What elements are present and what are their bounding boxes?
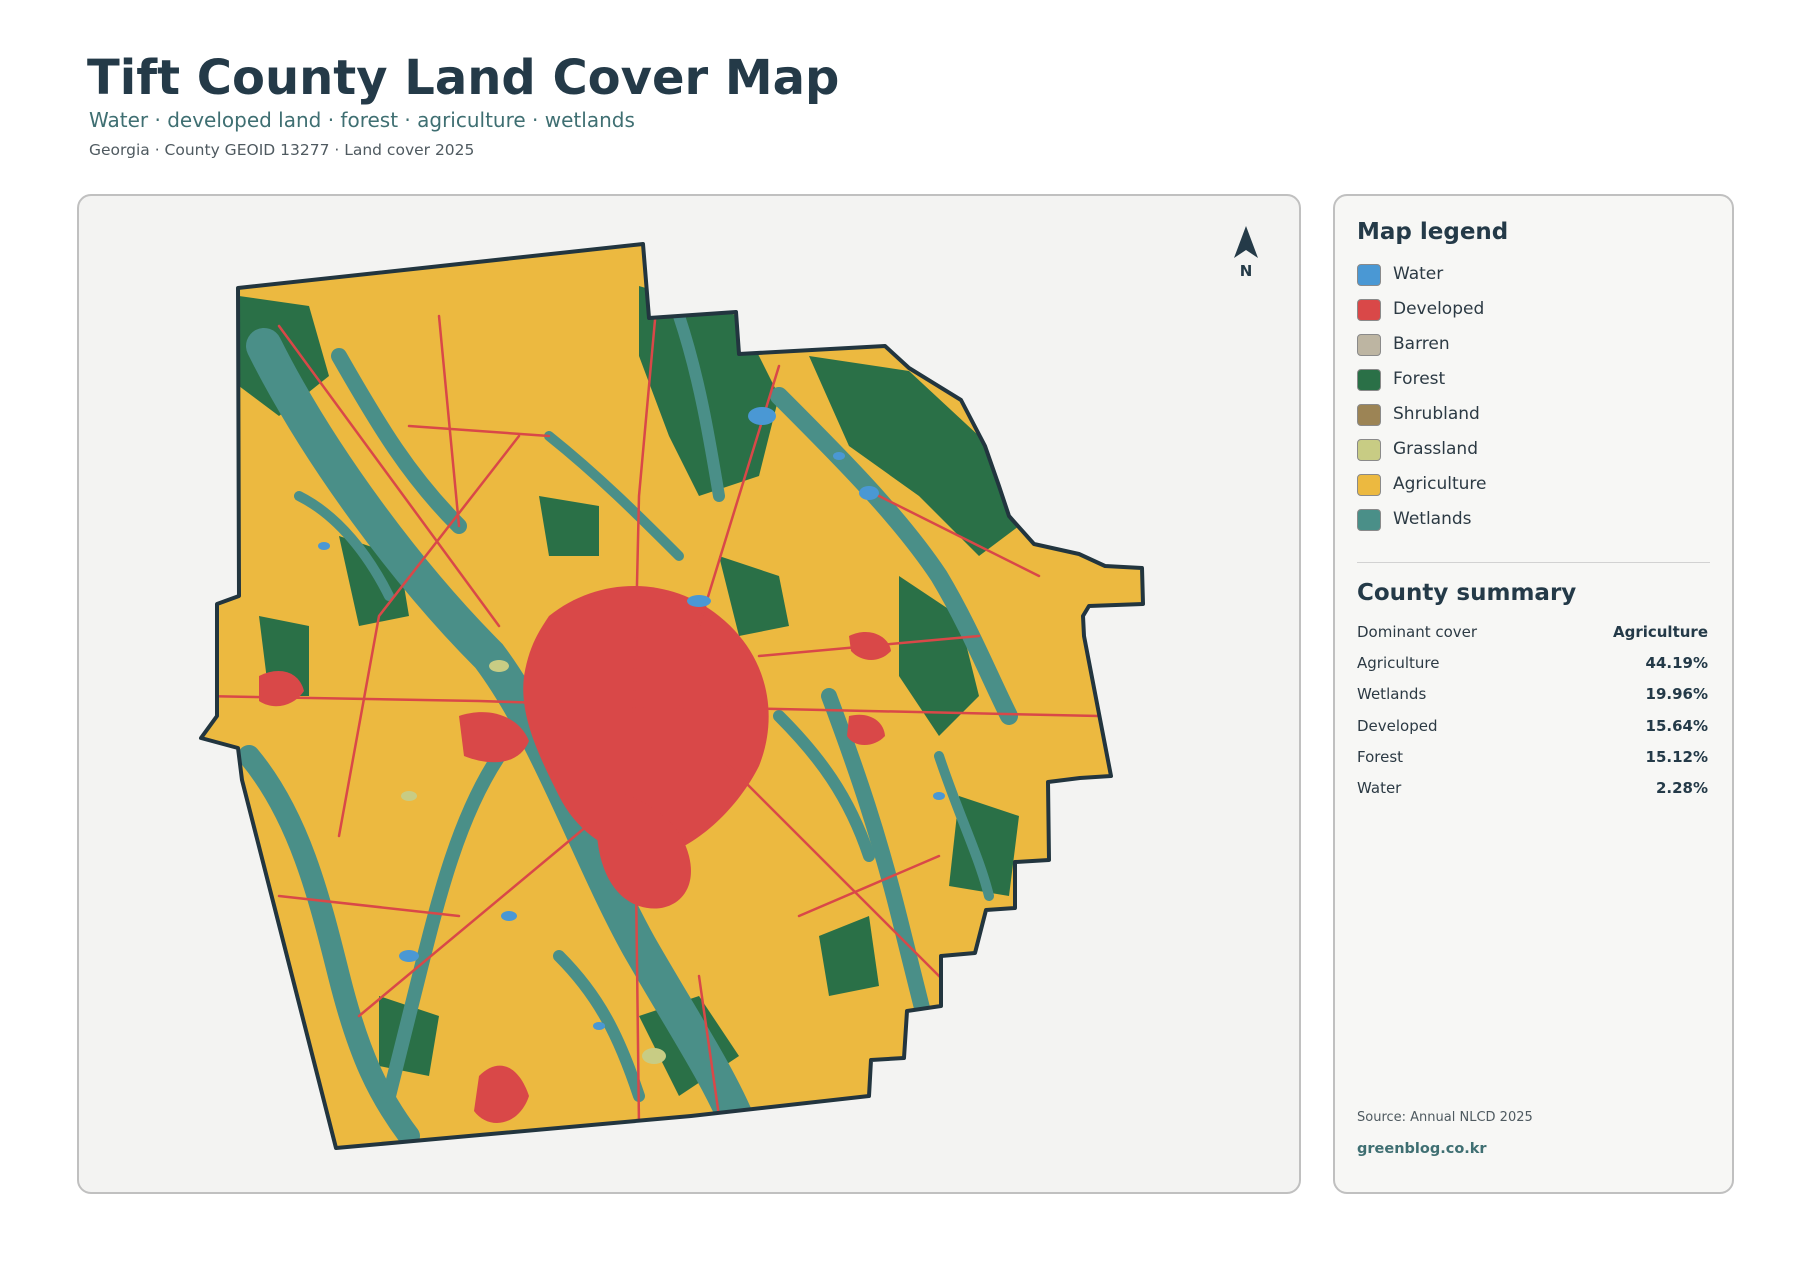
legend-label: Developed [1393,299,1485,319]
legend-label: Shrubland [1393,404,1480,424]
legend-title: Map legend [1357,219,1509,245]
summary-key: Wetlands [1357,685,1427,703]
panel-divider [1357,562,1710,563]
summary-value: 15.12% [1645,748,1708,766]
legend-swatch-developed [1357,299,1381,321]
summary-key: Agriculture [1357,654,1440,672]
map-meta: Georgia · County GEOID 13277 · Land cove… [89,141,475,159]
legend-label: Wetlands [1393,509,1472,529]
credit-link[interactable]: greenblog.co.kr [1357,1141,1487,1157]
legend-swatch-shrubland [1357,404,1381,426]
summary-row: Forest 15.12% [1357,747,1708,767]
legend-label: Forest [1393,369,1446,389]
legend-label: Agriculture [1393,474,1487,494]
summary-row: Developed 15.64% [1357,716,1708,736]
legend-label: Barren [1393,334,1450,354]
legend-label: Water [1393,264,1444,284]
summary-row: Agriculture 44.19% [1357,653,1708,673]
legend-swatch-forest [1357,369,1381,391]
map-subtitle: Water · developed land · forest · agricu… [89,108,635,132]
summary-row: Water 2.28% [1357,778,1708,798]
summary-value: 44.19% [1645,654,1708,672]
source-note: Source: Annual NLCD 2025 [1357,1110,1533,1125]
summary-value: 15.64% [1645,717,1708,735]
summary-value: 2.28% [1655,779,1708,797]
summary-key: Dominant cover [1357,623,1478,641]
north-arrow-label: N [1239,262,1253,280]
legend-swatch-water [1357,264,1381,286]
legend-swatch-barren [1357,334,1381,356]
side-panel: Map legend Water Developed Barren Forest… [1333,194,1734,1194]
summary-key: Forest [1357,748,1404,766]
summary-row: Wetlands 19.96% [1357,684,1708,704]
legend-swatch-agriculture [1357,474,1381,496]
summary-key: Water [1357,779,1402,797]
map-title: Tift County Land Cover Map [87,50,840,106]
north-arrow: N [1232,224,1260,280]
summary-value: Agriculture [1612,623,1708,641]
legend-swatch-grassland [1357,439,1381,461]
summary-row: Dominant cover Agriculture [1357,622,1708,642]
county-map[interactable] [79,196,1301,1194]
north-arrow-icon [1234,226,1258,258]
summary-title: County summary [1357,580,1577,606]
legend-swatch-wetlands [1357,509,1381,531]
map-panel[interactable] [77,194,1301,1194]
summary-value: 19.96% [1645,685,1708,703]
legend-label: Grassland [1393,439,1478,459]
summary-key: Developed [1357,717,1438,735]
